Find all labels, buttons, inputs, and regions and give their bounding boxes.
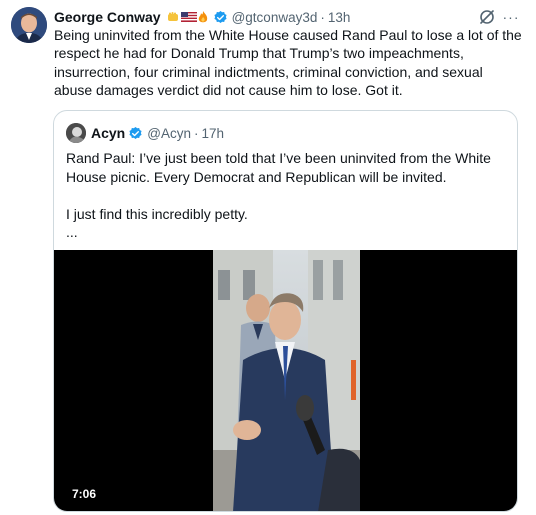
post-header: George Conway @gtconway3d · 13h <box>54 8 350 26</box>
us-flag-icon <box>180 10 197 24</box>
post-timestamp[interactable]: 13h <box>328 10 351 25</box>
quoted-post-text: Rand Paul: I’ve just been told that I’ve… <box>66 149 506 242</box>
tweet[interactable]: George Conway @gtconway3d · 13h ··· Bein… <box>0 0 536 515</box>
quoted-text-line: I just find this incredibly petty. <box>66 205 248 222</box>
grok-icon[interactable] <box>478 8 496 26</box>
author-avatar[interactable] <box>11 7 47 43</box>
quoted-post[interactable]: Acyn @Acyn · 17h Rand Paul: I’ve just be… <box>53 110 518 512</box>
quoted-author-handle[interactable]: @Acyn <box>147 126 191 141</box>
fire-icon <box>196 10 210 24</box>
author-name[interactable]: George Conway <box>54 9 161 25</box>
quoted-text-line: Rand Paul: I’ve just been told that I’ve… <box>66 150 491 185</box>
author-handle[interactable]: @gtconway3d <box>232 10 318 25</box>
separator: · <box>193 125 199 141</box>
quoted-post-header: Acyn @Acyn · 17h <box>91 124 224 142</box>
quoted-text-ellipsis: ... <box>66 224 78 240</box>
separator: · <box>320 9 325 25</box>
more-options-icon[interactable]: ··· <box>502 9 520 25</box>
verified-badge-icon[interactable] <box>213 10 228 25</box>
quoted-author-name[interactable]: Acyn <box>91 125 125 141</box>
author-emojis <box>166 10 210 24</box>
quoted-author-avatar[interactable] <box>66 123 86 143</box>
video-frame <box>213 250 360 511</box>
video-player[interactable]: 7:06 <box>54 250 517 511</box>
verified-badge-icon[interactable] <box>128 126 143 141</box>
video-duration: 7:06 <box>67 486 102 502</box>
post-text: Being uninvited from the White House cau… <box>54 27 522 98</box>
fist-icon <box>166 10 180 24</box>
quoted-post-timestamp[interactable]: 17h <box>201 126 224 141</box>
